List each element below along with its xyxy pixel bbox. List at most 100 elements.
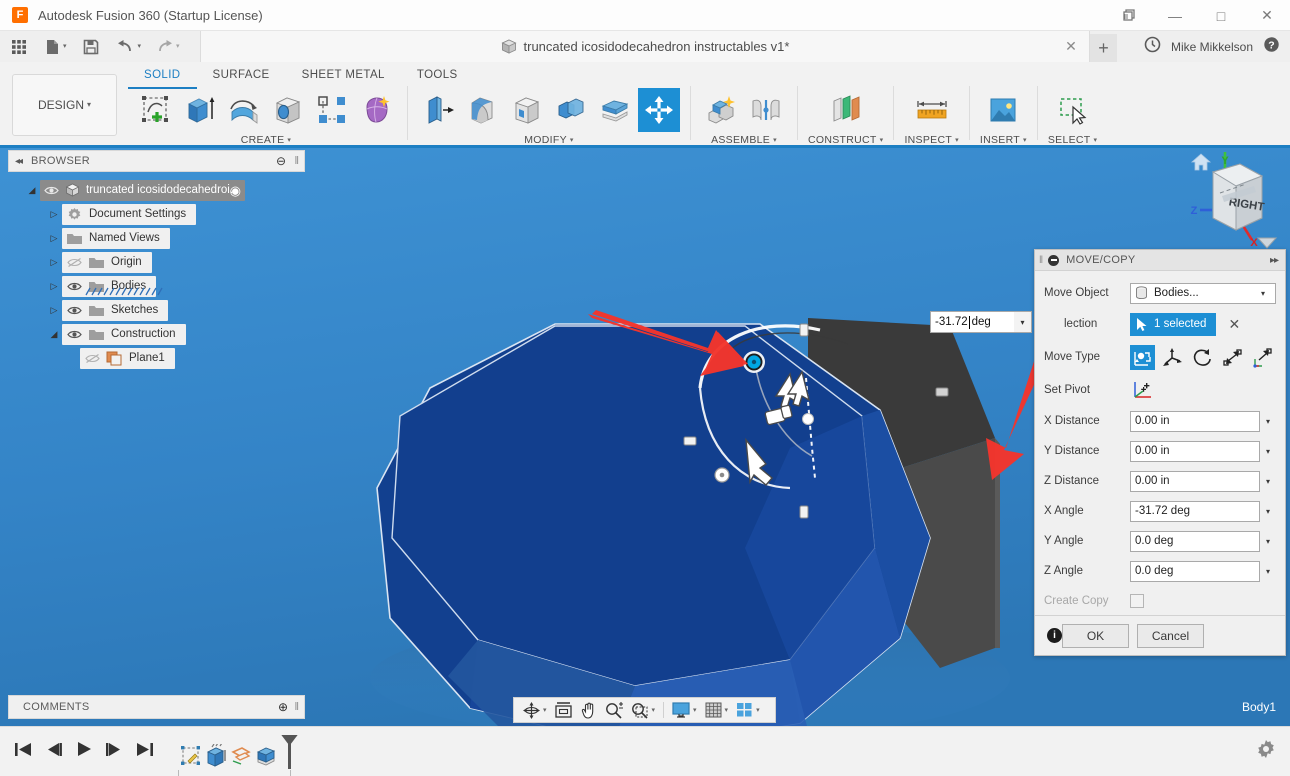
tree-item-origin[interactable]: Origin xyxy=(62,252,152,273)
tree-row-root[interactable]: ◢ truncated icosidodecahedroi... ◉ xyxy=(8,178,305,202)
clear-selection-button[interactable]: ✕ xyxy=(1228,317,1240,331)
extrude-icon[interactable] xyxy=(179,88,221,132)
offset-plane-icon[interactable] xyxy=(825,88,867,132)
minimize-button[interactable]: — xyxy=(1152,0,1198,31)
browser-grip-icon[interactable]: ‖ xyxy=(294,155,299,167)
close-document-tab-button[interactable]: ✕ xyxy=(1063,38,1079,54)
info-icon[interactable]: i xyxy=(1047,628,1062,643)
point-to-position-icon[interactable] xyxy=(1250,345,1275,370)
select-window-icon[interactable] xyxy=(1052,88,1094,132)
save-icon[interactable] xyxy=(78,31,104,62)
tree-item-sketches[interactable]: Sketches xyxy=(62,300,168,321)
extrude-feature-icon[interactable] xyxy=(203,743,228,769)
move-copy-icon[interactable] xyxy=(638,88,680,132)
expand-arrow-icon[interactable]: ▷ xyxy=(46,257,62,268)
step-forward-icon[interactable] xyxy=(105,742,123,762)
z-angle-caret-icon[interactable]: ▾ xyxy=(1260,561,1276,582)
timeline-marker[interactable] xyxy=(288,735,291,769)
undo-caret[interactable]: ▾ xyxy=(138,43,142,50)
fillet-icon[interactable] xyxy=(462,88,504,132)
tree-row-document-settings[interactable]: ▷ Document Settings xyxy=(8,202,305,226)
orbit-icon[interactable]: ▾ xyxy=(519,698,551,722)
y-angle-input[interactable]: 0.0 deg xyxy=(1130,531,1260,552)
browser-collapse-icon[interactable]: ◂◂ xyxy=(15,156,21,167)
rotate-icon[interactable] xyxy=(1190,345,1215,370)
joint-icon[interactable] xyxy=(745,88,787,132)
visibility-eye-off-icon[interactable] xyxy=(66,255,82,269)
go-to-beginning-icon[interactable] xyxy=(14,742,32,762)
look-at-icon[interactable] xyxy=(551,698,576,722)
y-angle-caret-icon[interactable]: ▾ xyxy=(1260,531,1276,552)
revolve-icon[interactable] xyxy=(223,88,265,132)
tree-item-bodies[interactable]: Bodies xyxy=(62,276,156,297)
move-free-icon[interactable] xyxy=(1130,345,1155,370)
x-distance-input[interactable]: 0.00 in xyxy=(1130,411,1260,432)
zoom-window-caret-icon[interactable]: ▾ xyxy=(652,707,656,714)
measure-icon[interactable] xyxy=(911,88,953,132)
tree-item-component[interactable]: truncated icosidodecahedroi... ◉ xyxy=(40,180,245,201)
visibility-eye-icon[interactable] xyxy=(66,303,82,317)
plane-feature-icon[interactable] xyxy=(228,743,253,769)
go-to-end-icon[interactable] xyxy=(136,742,154,762)
y-distance-input[interactable]: 0.00 in xyxy=(1130,441,1260,462)
dialog-grip-icon[interactable]: ‖ xyxy=(1039,255,1043,266)
clock-icon[interactable] xyxy=(1144,36,1161,58)
undo-icon[interactable]: ▾ xyxy=(112,31,147,62)
workspace-selector[interactable]: DESIGN ▾ xyxy=(12,74,117,136)
tree-item-document-settings[interactable]: Document Settings xyxy=(62,204,196,225)
z-distance-input[interactable]: 0.00 in xyxy=(1130,471,1260,492)
z-angle-input[interactable]: 0.0 deg xyxy=(1130,561,1260,582)
expand-arrow-icon[interactable]: ◢ xyxy=(46,329,62,340)
restore-window-icon[interactable] xyxy=(1106,0,1152,31)
play-icon[interactable] xyxy=(76,741,92,762)
viewports-icon[interactable]: ▾ xyxy=(732,698,764,722)
dialog-collapse-icon[interactable] xyxy=(1048,255,1059,266)
hole-icon[interactable] xyxy=(267,88,309,132)
selection-button[interactable]: 1 selected xyxy=(1130,313,1216,336)
create-sketch-icon[interactable] xyxy=(135,88,177,132)
grid-snaps-icon[interactable]: ▾ xyxy=(701,698,733,722)
comments-grip-icon[interactable]: ‖ xyxy=(294,701,299,713)
app-grid-icon[interactable] xyxy=(8,36,30,58)
tree-item-named-views[interactable]: Named Views xyxy=(62,228,170,249)
y-distance-caret-icon[interactable]: ▾ xyxy=(1260,441,1276,462)
x-angle-input[interactable]: -31.72 deg xyxy=(1130,501,1260,522)
help-icon[interactable]: ? xyxy=(1263,36,1280,58)
dialog-expand-icon[interactable]: ▸▸ xyxy=(1270,255,1278,266)
tree-row-sketches[interactable]: ▷ Sketches xyxy=(8,298,305,322)
move-copy-dialog[interactable]: ‖ MOVE/COPY ▸▸ Move Object Bodies... ▾ l… xyxy=(1034,249,1286,656)
visibility-eye-icon[interactable] xyxy=(44,183,59,197)
timeline-settings-gear-icon[interactable] xyxy=(1256,739,1276,764)
expand-arrow-icon[interactable]: ▷ xyxy=(46,209,62,220)
document-tab[interactable]: truncated icosidodecahedron instructable… xyxy=(200,31,1090,62)
new-file-icon[interactable]: ▾ xyxy=(40,31,72,62)
browser-minimize-icon[interactable]: ⊖ xyxy=(276,155,286,167)
create-copy-checkbox[interactable] xyxy=(1130,594,1144,608)
pan-icon[interactable] xyxy=(576,698,601,722)
combine-icon[interactable] xyxy=(550,88,592,132)
visibility-eye-icon[interactable] xyxy=(66,327,82,341)
split-face-icon[interactable] xyxy=(594,88,636,132)
tree-row-origin[interactable]: ▷ Origin xyxy=(8,250,305,274)
sketch-feature-icon[interactable] xyxy=(178,743,203,769)
move-object-caret-icon[interactable]: ▾ xyxy=(1255,283,1271,304)
activate-component-radio[interactable]: ◉ xyxy=(230,184,241,197)
new-file-caret[interactable]: ▾ xyxy=(63,43,67,50)
tree-row-construction[interactable]: ◢ Construction xyxy=(8,322,305,346)
tree-row-plane1[interactable]: Plane1 xyxy=(8,346,305,370)
new-component-icon[interactable] xyxy=(701,88,743,132)
user-name[interactable]: Mike Mikkelson xyxy=(1171,40,1253,54)
zoom-icon[interactable] xyxy=(601,698,627,722)
press-pull-icon[interactable] xyxy=(418,88,460,132)
tree-row-bodies[interactable]: ▷ Bodies xyxy=(8,274,305,298)
insert-image-icon[interactable] xyxy=(982,88,1024,132)
redo-caret[interactable]: ▾ xyxy=(176,43,180,50)
move-feature-icon[interactable] xyxy=(253,743,278,769)
display-settings-caret-icon[interactable]: ▾ xyxy=(693,707,697,714)
expand-arrow-icon[interactable]: ▷ xyxy=(46,305,62,316)
step-back-icon[interactable] xyxy=(45,742,63,762)
grid-snaps-caret-icon[interactable]: ▾ xyxy=(725,707,729,714)
close-button[interactable]: ✕ xyxy=(1244,0,1290,31)
x-distance-caret-icon[interactable]: ▾ xyxy=(1260,411,1276,432)
translate-axis-icon[interactable] xyxy=(1160,345,1185,370)
